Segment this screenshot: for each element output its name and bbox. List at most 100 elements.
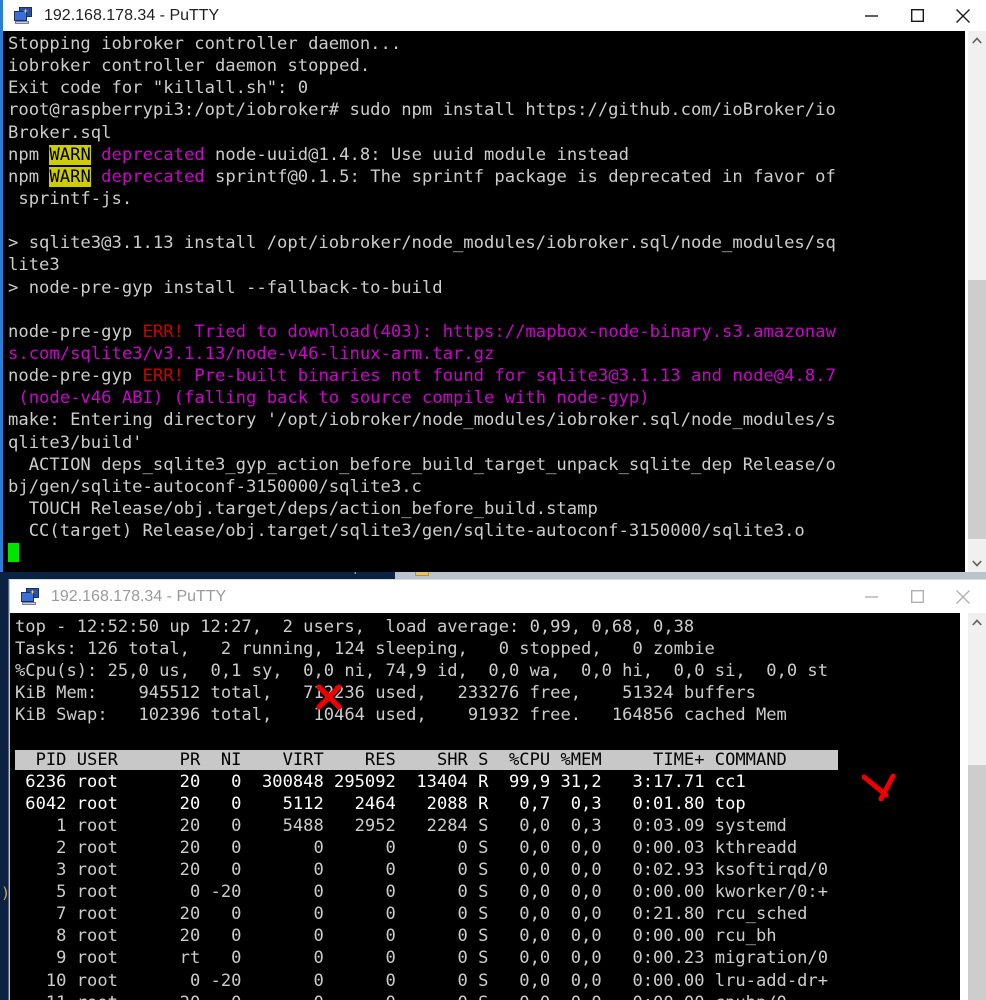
putty-window-bottom[interactable]: 192.168.178.34 - PuTTY top - 12:52:50 up…	[9, 579, 986, 1000]
terminal-text: > node-pre-gyp install --fallback-to-bui…	[8, 277, 443, 298]
terminal-text: Exit code for "killall.sh": 0	[8, 78, 309, 99]
terminal-line: 2 root 20 0 0 0 0 S 0,0 0,0 0:00.03 kthr…	[15, 837, 960, 859]
terminal-text: Pre-built binaries not found for sqlite3…	[183, 366, 836, 387]
window-controls-top	[848, 0, 986, 31]
titlebar-top[interactable]: 192.168.178.34 - PuTTY	[3, 0, 986, 31]
terminal-text: 2 root 20 0 0 0 0 S 0,0 0,0 0:00.03 kthr…	[15, 837, 798, 858]
terminal-line: Tasks: 126 total, 2 running, 124 sleepin…	[15, 638, 960, 660]
terminal-line: Broker.sql	[8, 122, 965, 144]
background-window-left-edge: )	[0, 579, 10, 1000]
terminal-line: CC(target) Release/obj.target/sqlite3/ge…	[8, 520, 965, 542]
desktop-screen: WPS Office Notepad++ Bild ) 192.168.178.…	[0, 0, 986, 1000]
scroll-down-arrow-top[interactable]	[968, 554, 986, 572]
terminal-line: %Cpu(s): 25,0 us, 0,1 sy, 0,0 ni, 74,9 i…	[15, 660, 960, 682]
close-button-top[interactable]	[940, 0, 986, 31]
terminal-text: 6236 root 20 0 300848 295092 13404 R 99,…	[15, 771, 746, 792]
terminal-text: npm	[8, 166, 50, 187]
terminal-line: 6042 root 20 0 5112 2464 2088 R 0,7 0,3 …	[15, 793, 960, 815]
putty-computer-icon	[14, 6, 34, 25]
terminal-text: WARN	[49, 144, 91, 165]
maximize-button-bottom[interactable]	[894, 580, 940, 613]
terminal-text: qlite3/build'	[8, 432, 143, 453]
scrollbar-thumb-top[interactable]	[968, 280, 986, 539]
terminal-text: deprecated	[101, 166, 205, 187]
terminal-text: npm	[8, 144, 50, 165]
terminal-line: make: Entering directory '/opt/iobroker/…	[8, 409, 965, 431]
terminal-text: KiB Swap: 102396 total, 10464 used, 9193…	[15, 705, 787, 726]
terminal-text: ERR!	[142, 321, 184, 342]
terminal-output-top[interactable]: Stopping iobroker controller daemon... io…	[3, 31, 965, 572]
terminal-line: node-pre-gyp ERR! Pre-built binaries not…	[8, 365, 965, 387]
terminal-line: 10 root 0 -20 0 0 0 S 0,0 0,0 0:00.00 lr…	[15, 970, 960, 992]
terminal-text: KiB Mem: 945512 total, 712236 used, 2332…	[15, 683, 756, 704]
terminal-line: TOUCH Release/obj.target/deps/action_bef…	[8, 498, 965, 520]
terminal-line: root@raspberrypi3:/opt/iobroker# sudo np…	[8, 99, 965, 121]
terminal-text: CC(target) Release/obj.target/sqlite3/ge…	[8, 521, 805, 542]
terminal-text: 5 root 0 -20 0 0 0 S 0,0 0,0 0:00.00 kwo…	[15, 882, 829, 903]
terminal-text: root@raspberrypi3:/opt/iobroker# sudo np…	[8, 100, 836, 121]
terminal-line: > sqlite3@3.1.13 install /opt/iobroker/n…	[8, 232, 965, 254]
terminal-output-bottom[interactable]: top - 12:52:50 up 12:27, 2 users, load a…	[10, 613, 960, 1000]
terminal-text: 1 root 20 0 5488 2952 2284 S 0,0 0,3 0:0…	[15, 815, 787, 836]
terminal-text: 3 root 20 0 0 0 0 S 0,0 0,0 0:02.93 ksof…	[15, 860, 829, 881]
minimize-button-bottom[interactable]	[848, 580, 894, 613]
terminal-text: sprintf@0.1.5: The sprintf package is de…	[204, 166, 836, 187]
terminal-text: Tried to download(403): https://mapbox-n…	[183, 321, 836, 342]
terminal-text: iobroker controller daemon stopped.	[8, 56, 371, 77]
terminal-text: s.com/sqlite3/v3.1.13/node-v46-linux-arm…	[8, 343, 495, 364]
terminal-text: 10 root 0 -20 0 0 0 S 0,0 0,0 0:00.00 lr…	[15, 970, 829, 991]
putty-computer-icon	[21, 587, 41, 606]
scrollbar-thumb-bottom[interactable]	[968, 765, 986, 1000]
terminal-text: ERR!	[142, 366, 184, 387]
terminal-text: 7 root 20 0 0 0 0 S 0,0 0,0 0:21.80 rcu_…	[15, 904, 808, 925]
terminal-line: sprintf-js.	[8, 188, 965, 210]
minimize-button-top[interactable]	[848, 0, 894, 31]
terminal-text: sprintf-js.	[8, 188, 133, 209]
terminal-text: top - 12:52:50 up 12:27, 2 users, load a…	[15, 617, 695, 637]
scroll-up-arrow-top[interactable]	[968, 31, 986, 49]
terminal-line: PID USER PR NI VIRT RES SHR S %CPU %MEM …	[15, 749, 960, 771]
titlebar-bottom[interactable]: 192.168.178.34 - PuTTY	[10, 580, 986, 613]
terminal-line: 3 root 20 0 0 0 0 S 0,0 0,0 0:02.93 ksof…	[15, 859, 960, 881]
terminal-text: deprecated	[101, 144, 205, 165]
terminal-line: 9 root rt 0 0 0 0 S 0,0 0,0 0:00.23 migr…	[15, 947, 960, 969]
terminal-line: 7 root 20 0 0 0 0 S 0,0 0,0 0:21.80 rcu_…	[15, 903, 960, 925]
terminal-text: 6042 root 20 0 5112 2464 2088 R 0,7 0,3 …	[15, 793, 746, 814]
terminal-line: KiB Swap: 102396 total, 10464 used, 9193…	[15, 704, 960, 726]
terminal-line: node-pre-gyp ERR! Tried to download(403)…	[8, 321, 965, 343]
terminal-line: (node-v46 ABI) (falling back to source c…	[8, 387, 965, 409]
terminal-text: (node-v46 ABI) (falling back to source c…	[8, 388, 650, 409]
terminal-line: 8 root 20 0 0 0 0 S 0,0 0,0 0:00.00 rcu_…	[15, 925, 960, 947]
window-title-top: 192.168.178.34 - PuTTY	[44, 6, 220, 24]
terminal-line: ACTION deps_sqlite3_gyp_action_before_bu…	[8, 454, 965, 476]
terminal-text: 9 root rt 0 0 0 0 S 0,0 0,0 0:00.23 migr…	[15, 948, 829, 969]
terminal-line: KiB Mem: 945512 total, 712236 used, 2332…	[15, 682, 960, 704]
terminal-line: iobroker controller daemon stopped.	[8, 55, 965, 77]
terminal-text: 8 root 20 0 0 0 0 S 0,0 0,0 0:00.00 rcu_…	[15, 926, 777, 947]
terminal-line: Exit code for "killall.sh": 0	[8, 77, 965, 99]
terminal-text: > sqlite3@3.1.13 install /opt/iobroker/n…	[8, 233, 836, 254]
terminal-text: node-pre-gyp	[8, 366, 143, 387]
scroll-up-arrow-bottom[interactable]	[968, 613, 986, 631]
terminal-line: s.com/sqlite3/v3.1.13/node-v46-linux-arm…	[8, 343, 965, 365]
putty-window-top[interactable]: 192.168.178.34 - PuTTY Stopping iobroker…	[0, 0, 986, 572]
terminal-text: node-pre-gyp	[8, 321, 143, 342]
terminal-line: 6236 root 20 0 300848 295092 13404 R 99,…	[15, 771, 960, 793]
terminal-text: %Cpu(s): 25,0 us, 0,1 sy, 0,0 ni, 74,9 i…	[15, 661, 829, 682]
close-button-bottom[interactable]	[940, 580, 986, 613]
scrollbar-bottom[interactable]	[968, 613, 986, 1000]
terminal-line	[8, 542, 965, 564]
maximize-button-top[interactable]	[894, 0, 940, 31]
scrollbar-top[interactable]	[968, 31, 986, 572]
terminal-line: npm WARN deprecated node-uuid@1.4.8: Use…	[8, 144, 965, 166]
terminal-text: bj/gen/sqlite-autoconf-3150000/sqlite3.c	[8, 476, 422, 497]
terminal-text: Broker.sql	[8, 122, 112, 143]
window-title-bottom: 192.168.178.34 - PuTTY	[51, 587, 227, 605]
terminal-text: 11 root 20 0 0 0 0 S 0,0 0,0 0:00.00 cpu…	[15, 993, 787, 1000]
terminal-line: qlite3/build'	[8, 432, 965, 454]
terminal-line: npm WARN deprecated sprintf@0.1.5: The s…	[8, 166, 965, 188]
